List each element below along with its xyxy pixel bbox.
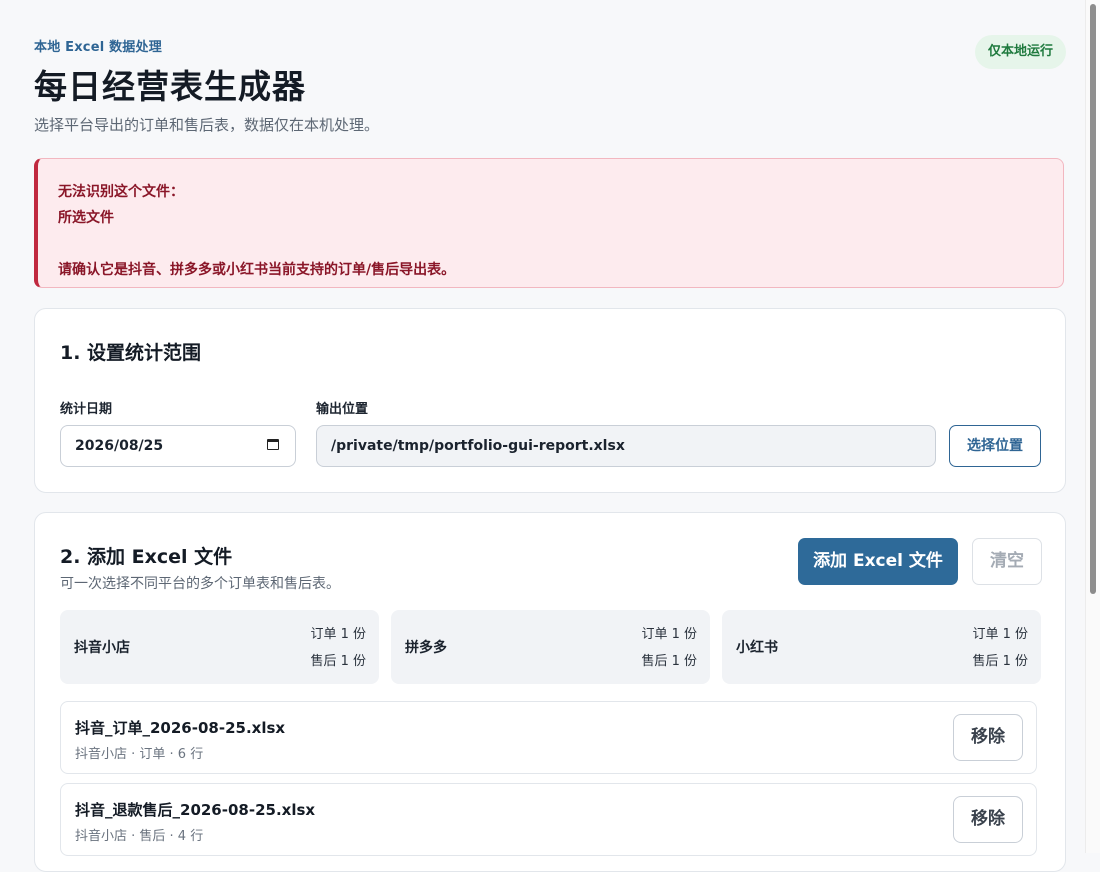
calendar-icon[interactable] [267, 439, 279, 450]
platform-aftersale-count: 售后 1 份 [641, 654, 697, 669]
file-name: 抖音_退款售后_2026-08-25.xlsx [75, 801, 316, 819]
file-meta: 抖音小店 · 订单 · 6 行 [75, 747, 204, 762]
platform-name: 抖音小店 [74, 640, 130, 656]
date-input[interactable]: 2026/08/25 [60, 425, 296, 467]
range-settings-card: 1. 设置统计范围 统计日期 2026/08/25 输出位置 /private/… [34, 308, 1066, 493]
alert-line-3: 请确认它是抖音、拼多多或小红书当前支持的订单/售后导出表。 [58, 262, 456, 278]
remove-file-button[interactable]: 移除 [953, 714, 1023, 761]
alert-line-1: 无法识别这个文件： [58, 184, 184, 200]
scrollbar-thumb[interactable] [1090, 4, 1096, 594]
file-list-item: 抖音_退款售后_2026-08-25.xlsx 抖音小店 · 售后 · 4 行 … [60, 783, 1037, 856]
page-title: 每日经营表生成器 [34, 67, 306, 106]
platform-aftersale-count: 售后 1 份 [310, 654, 366, 669]
page-subtitle: 选择平台导出的订单和售后表，数据仅在本机处理。 [34, 116, 380, 134]
platform-order-count: 订单 1 份 [310, 627, 366, 642]
platform-order-count: 订单 1 份 [972, 627, 1028, 642]
app-page: 本地 Excel 数据处理 每日经营表生成器 选择平台导出的订单和售后表，数据仅… [34, 0, 1066, 872]
files-section-title: 2. 添加 Excel 文件 [60, 546, 233, 568]
error-alert: 无法识别这个文件： 所选文件 请确认它是抖音、拼多多或小红书当前支持的订单/售后… [34, 158, 1064, 288]
vertical-scrollbar[interactable] [1085, 0, 1100, 853]
output-label: 输出位置 [316, 402, 369, 417]
add-files-card: 2. 添加 Excel 文件 可一次选择不同平台的多个订单表和售后表。 添加 E… [34, 512, 1066, 872]
choose-location-button[interactable]: 选择位置 [949, 425, 1041, 467]
platform-name: 拼多多 [405, 640, 447, 656]
local-only-badge: 仅本地运行 [974, 35, 1066, 69]
platform-summary-pinduoduo: 拼多多 订单 1 份 售后 1 份 [391, 610, 710, 684]
platform-order-count: 订单 1 份 [641, 627, 697, 642]
eyebrow-label: 本地 Excel 数据处理 [34, 40, 162, 55]
platform-summary-xiaohongshu: 小红书 订单 1 份 售后 1 份 [722, 610, 1041, 684]
platform-name: 小红书 [736, 640, 778, 656]
file-list-item: 抖音_订单_2026-08-25.xlsx 抖音小店 · 订单 · 6 行 移除 [60, 701, 1037, 774]
range-section-title: 1. 设置统计范围 [60, 342, 202, 364]
platform-summary-douyin: 抖音小店 订单 1 份 售后 1 份 [60, 610, 379, 684]
platform-aftersale-count: 售后 1 份 [972, 654, 1028, 669]
date-value: 2026/08/25 [75, 438, 164, 454]
remove-file-button[interactable]: 移除 [953, 796, 1023, 843]
page-header: 本地 Excel 数据处理 每日经营表生成器 选择平台导出的订单和售后表，数据仅… [34, 0, 1066, 158]
file-name: 抖音_订单_2026-08-25.xlsx [75, 719, 286, 737]
alert-line-2: 所选文件 [58, 210, 114, 226]
date-label: 统计日期 [60, 402, 113, 417]
output-path-field[interactable]: /private/tmp/portfolio-gui-report.xlsx [316, 425, 936, 467]
file-meta: 抖音小店 · 售后 · 4 行 [75, 829, 204, 844]
files-section-subtitle: 可一次选择不同平台的多个订单表和售后表。 [60, 576, 340, 592]
clear-button[interactable]: 清空 [972, 538, 1042, 585]
add-excel-button[interactable]: 添加 Excel 文件 [798, 538, 958, 585]
